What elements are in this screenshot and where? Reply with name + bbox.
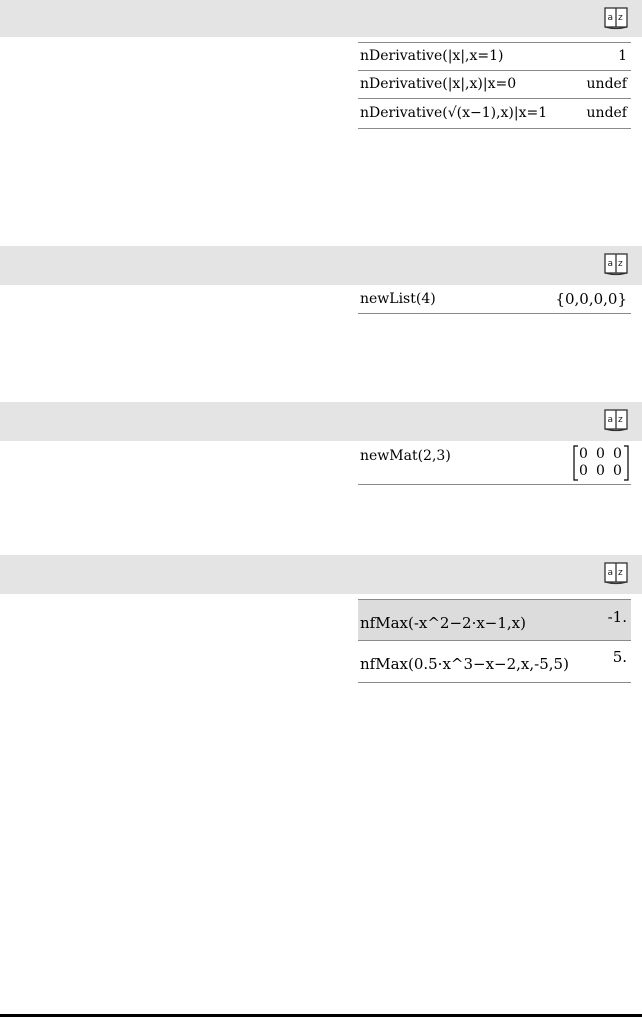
page-bottom-rule <box>0 1014 642 1017</box>
svg-text:a: a <box>608 13 614 23</box>
example-row: newMat(2,3) 0 0 0 0 0 0 <box>358 442 631 485</box>
example-panel-newlist: newList(4) {0,0,0,0} <box>358 287 631 314</box>
svg-text:z: z <box>618 568 623 578</box>
example-output: 1 <box>618 48 627 64</box>
matrix-cell: 0 <box>579 463 588 479</box>
book-catalog-icon: a z <box>604 562 628 585</box>
example-input: nfMax(-x^2−2·x−1,x) <box>360 614 526 632</box>
result-matrix: 0 0 0 0 0 0 <box>573 445 629 481</box>
matrix-cell: 0 <box>579 446 588 462</box>
matrix-cell: 0 <box>613 446 622 462</box>
example-input: nDerivative(|x|,x=1) <box>360 48 504 64</box>
example-output: undef <box>586 105 627 121</box>
section-header-bar-3: a z <box>0 402 642 441</box>
matrix-cell: 0 <box>596 463 605 479</box>
example-panel-nderivative: nDerivative(|x|,x=1) 1 nDerivative(|x|,x… <box>358 42 631 129</box>
example-input: nDerivative(√(x−1),x)|x=1 <box>360 105 548 121</box>
svg-text:z: z <box>618 259 623 269</box>
example-row: nDerivative(√(x−1),x)|x=1 undef <box>358 99 631 129</box>
example-row: nDerivative(|x|,x)|x=0 undef <box>358 71 631 99</box>
example-output: undef <box>586 76 627 92</box>
book-catalog-icon: a z <box>604 253 628 276</box>
example-input: nDerivative(|x|,x)|x=0 <box>360 76 517 92</box>
example-output: -1. <box>607 608 627 626</box>
svg-text:a: a <box>608 259 614 269</box>
example-row: nfMax(-x^2−2·x−1,x) -1. <box>358 599 631 641</box>
example-row: nDerivative(|x|,x=1) 1 <box>358 43 631 71</box>
svg-text:a: a <box>608 415 614 425</box>
example-output: 5. <box>612 648 627 666</box>
example-input: nfMax(0.5·x^3−x−2,x,-5,5) <box>360 655 569 673</box>
svg-text:a: a <box>608 568 614 578</box>
example-panel-newmat: newMat(2,3) 0 0 0 0 0 0 <box>358 442 631 485</box>
matrix-cell: 0 <box>596 446 605 462</box>
example-input: newMat(2,3) <box>360 448 451 464</box>
book-catalog-icon: a z <box>604 7 628 30</box>
example-panel-nfmax: nfMax(-x^2−2·x−1,x) -1. nfMax(0.5·x^3−x−… <box>358 599 631 683</box>
example-row: nfMax(0.5·x^3−x−2,x,-5,5) 5. <box>358 641 631 683</box>
section-header-bar-4: a z <box>0 555 642 594</box>
section-header-bar-2: a z <box>0 246 642 285</box>
example-output: {0,0,0,0} <box>555 290 627 308</box>
svg-text:z: z <box>618 13 623 23</box>
example-row: newList(4) {0,0,0,0} <box>358 287 631 314</box>
book-catalog-icon: a z <box>604 409 628 432</box>
matrix-cell: 0 <box>613 463 622 479</box>
svg-text:z: z <box>618 415 623 425</box>
example-input: newList(4) <box>360 291 436 307</box>
section-header-bar-1: a z <box>0 0 642 37</box>
